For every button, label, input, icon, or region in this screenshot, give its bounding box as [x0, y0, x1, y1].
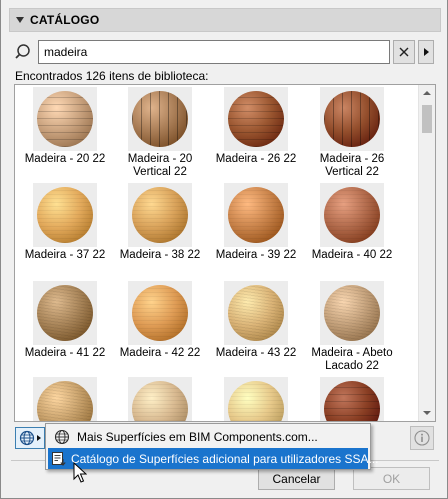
- scroll-thumb[interactable]: [422, 105, 432, 133]
- material-tile[interactable]: [208, 377, 304, 421]
- download-catalog-icon: [51, 450, 67, 468]
- globe-icon: [19, 430, 35, 446]
- material-preview-sphere: [128, 87, 192, 151]
- collapse-triangle-icon[interactable]: [16, 17, 24, 23]
- material-label: Madeira - 43 22: [215, 347, 297, 359]
- material-preview-sphere: [320, 281, 384, 345]
- material-label: Madeira - 39 22: [215, 249, 297, 261]
- material-tile[interactable]: Madeira - 41 22: [17, 281, 113, 360]
- menu-item-ssa-catalog[interactable]: Catálogo de Superfícies adicional para u…: [48, 448, 379, 469]
- info-button[interactable]: [410, 426, 434, 450]
- material-label: Madeira - 26 Vertical 22: [319, 153, 385, 178]
- chevron-right-icon: [423, 48, 429, 56]
- ok-button[interactable]: OK: [353, 467, 430, 490]
- material-tile[interactable]: Madeira - 39 22: [208, 183, 304, 262]
- online-libraries-menu: Mais Superfícies em BIM Components.com..…: [45, 423, 379, 470]
- material-preview-sphere: [128, 183, 192, 247]
- material-tile[interactable]: Madeira - 40 22: [304, 183, 400, 262]
- material-preview-sphere: [128, 377, 192, 421]
- scroll-up-icon[interactable]: [423, 91, 431, 95]
- search-input[interactable]: [38, 40, 390, 64]
- results-count: Encontrados 126 itens de biblioteca:: [15, 69, 209, 83]
- material-tile[interactable]: [17, 377, 113, 421]
- material-preview-sphere: [224, 377, 288, 421]
- vertical-scrollbar[interactable]: [418, 85, 435, 421]
- material-grid[interactable]: Madeira - 20 22 Madeira - 20 Vertical 22 M…: [14, 84, 436, 422]
- close-icon: [399, 47, 409, 57]
- search-next-button[interactable]: [418, 40, 434, 64]
- material-tile[interactable]: Madeira - 42 22: [112, 281, 208, 360]
- material-preview-sphere: [224, 87, 288, 151]
- material-preview-sphere: [320, 183, 384, 247]
- mouse-cursor-icon: [73, 462, 87, 483]
- material-preview-sphere: [320, 377, 384, 421]
- material-tile[interactable]: Madeira - 20 Vertical 22: [112, 87, 208, 179]
- globe-icon: [51, 428, 73, 446]
- material-label: Madeira - 26 22: [215, 153, 297, 165]
- menu-item-label: Mais Superfícies em BIM Components.com..…: [77, 429, 318, 444]
- info-icon: [414, 430, 430, 446]
- material-tile[interactable]: Madeira - Abeto Lacado 22: [304, 281, 400, 373]
- catalog-dialog: CATÁLOGO Encontrados 126 itens de biblio…: [0, 0, 448, 499]
- material-preview-sphere: [128, 281, 192, 345]
- material-label: Madeira - 38 22: [119, 249, 201, 261]
- material-preview-sphere: [33, 87, 97, 151]
- material-preview-sphere: [33, 377, 97, 421]
- scroll-down-icon[interactable]: [423, 411, 431, 415]
- material-preview-sphere: [224, 183, 288, 247]
- material-tile[interactable]: [112, 377, 208, 421]
- catalog-header[interactable]: CATÁLOGO: [9, 8, 441, 32]
- material-tile[interactable]: Madeira - 38 22: [112, 183, 208, 262]
- material-preview-sphere: [33, 281, 97, 345]
- material-tile[interactable]: Madeira - 37 22: [17, 183, 113, 262]
- material-label: Madeira - Abeto Lacado 22: [311, 347, 393, 372]
- menu-item-label: Catálogo de Superfícies adicional para u…: [71, 451, 379, 466]
- material-label: Madeira - 41 22: [24, 347, 106, 359]
- material-preview-sphere: [33, 183, 97, 247]
- material-label: Madeira - 20 Vertical 22: [127, 153, 193, 178]
- material-preview-sphere: [320, 87, 384, 151]
- material-tile[interactable]: [304, 377, 400, 421]
- material-tile[interactable]: Madeira - 26 22: [208, 87, 304, 166]
- material-label: Madeira - 37 22: [24, 249, 106, 261]
- search-icon: [15, 44, 30, 59]
- catalog-title: CATÁLOGO: [30, 13, 100, 27]
- menu-item-bim-components[interactable]: Mais Superfícies em BIM Components.com..…: [48, 426, 368, 447]
- material-label: Madeira - 20 22: [24, 153, 106, 165]
- material-tile[interactable]: Madeira - 26 Vertical 22: [304, 87, 400, 179]
- material-tile[interactable]: Madeira - 20 22: [17, 87, 113, 166]
- material-preview-sphere: [224, 281, 288, 345]
- material-label: Madeira - 40 22: [311, 249, 393, 261]
- material-label: Madeira - 42 22: [119, 347, 201, 359]
- clear-search-button[interactable]: [393, 40, 415, 64]
- material-tile[interactable]: Madeira - 43 22: [208, 281, 304, 360]
- chevron-right-icon: [37, 435, 41, 441]
- cancel-button[interactable]: Cancelar: [258, 467, 335, 490]
- online-libraries-button[interactable]: [15, 427, 45, 449]
